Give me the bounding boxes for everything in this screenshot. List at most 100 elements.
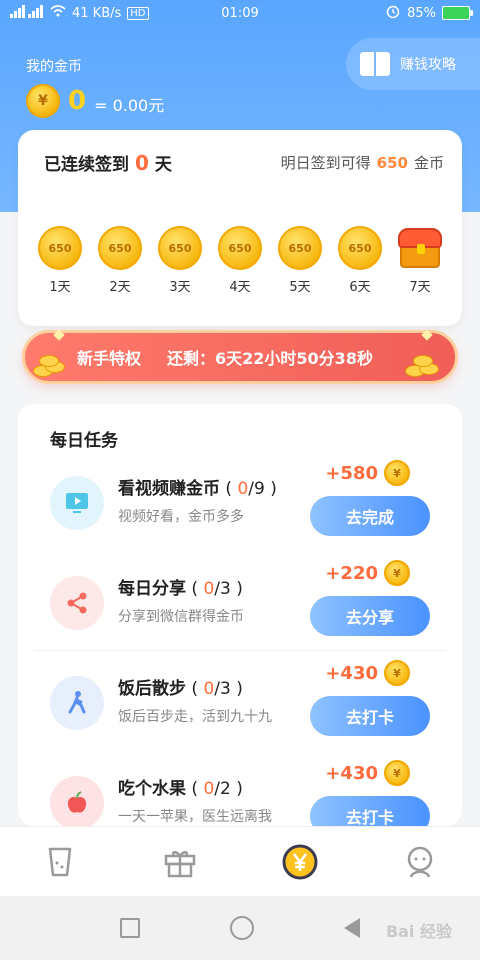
newcomer-privilege-banner[interactable]: 新手特权 还剩：6天22小时50分38秒 xyxy=(22,329,458,384)
task-desc: 一天一苹果，医生远离我 xyxy=(118,809,272,825)
signin-day-4[interactable]: 650 4天 xyxy=(210,226,270,295)
day-label: 1天 xyxy=(49,280,71,295)
task-item: 吃个水果 ( 0/2 ) 一天一苹果，医生远离我 +430 ¥ 去打卡 xyxy=(18,756,462,826)
home-button[interactable] xyxy=(230,916,254,940)
bottom-tab-bar xyxy=(0,826,480,896)
coin-icon: ¥ xyxy=(384,760,410,786)
coin-icon: 650 xyxy=(218,226,262,270)
coin-icon: ¥ xyxy=(384,560,410,586)
sparkle-icon xyxy=(53,329,65,341)
coin-icon: 650 xyxy=(338,226,382,270)
signin-day-1[interactable]: 650 1天 xyxy=(30,226,90,295)
task-progress-done: 0 xyxy=(203,779,215,799)
tip-amount: 650 xyxy=(376,154,408,172)
signin-streak: 已连续签到 0 天 xyxy=(44,150,172,175)
signin-card: 已连续签到 0 天 明日签到可得 650 金币 650 1天 650 2天 65… xyxy=(18,130,462,326)
status-right: 85% xyxy=(385,3,473,23)
signin-days: 0 xyxy=(135,151,149,175)
task-reward: +430 ¥ xyxy=(325,660,410,686)
wifi-icon xyxy=(50,5,66,21)
banner-title: 新手特权 xyxy=(77,349,142,368)
coin-pile-icon xyxy=(405,355,445,383)
signin-days-row: 650 1天 650 2天 650 3天 650 4天 650 5天 650 6… xyxy=(30,226,450,295)
task-progress-done: 0 xyxy=(203,579,215,599)
battery-icon xyxy=(442,6,473,20)
task-reward-amount: +430 xyxy=(325,662,378,684)
signin-day-7[interactable]: 7天 xyxy=(390,226,450,295)
task-name: 每日分享 xyxy=(118,579,186,599)
daily-tasks-card: 每日任务 看视频赚金币 ( 0/9 ) 视频好看，金币多多 +580 ¥ 去完成… xyxy=(18,404,462,826)
task-progress: ( 0/9 ) xyxy=(220,479,277,499)
network-speed: 41 KB/s xyxy=(72,5,122,21)
tip-prefix: 明日签到可得 xyxy=(280,154,371,172)
day-label: 3天 xyxy=(169,280,191,295)
day-label: 7天 xyxy=(409,280,431,295)
money-balance: = 0.00元 xyxy=(94,96,165,115)
signin-day-2[interactable]: 650 2天 xyxy=(90,226,150,295)
task-progress-total: /2 xyxy=(214,779,231,799)
task-name: 饭后散步 xyxy=(118,679,186,699)
signin-prefix: 已连续签到 xyxy=(44,155,129,175)
task-title: 吃个水果 ( 0/2 ) xyxy=(118,774,243,799)
recent-apps-button[interactable] xyxy=(120,918,140,938)
task-progress-total: /9 xyxy=(248,479,265,499)
coin-icon: ¥ xyxy=(384,660,410,686)
signin-suffix: 天 xyxy=(154,155,172,175)
coin-icon: 650 xyxy=(158,226,202,270)
yuan-coin-icon[interactable] xyxy=(282,844,318,880)
task-name: 吃个水果 xyxy=(118,779,186,799)
battery-percent: 85% xyxy=(407,5,436,21)
signin-day-5[interactable]: 650 5天 xyxy=(270,226,330,295)
task-title: 每日分享 ( 0/3 ) xyxy=(118,574,243,599)
task-progress: ( 0/3 ) xyxy=(186,579,243,599)
earning-strategy-label: 赚钱攻略 xyxy=(400,57,456,73)
task-name: 看视频赚金币 xyxy=(118,479,220,499)
my-coins-label: 我的金币 xyxy=(26,59,82,75)
tasks-title: 每日任务 xyxy=(50,431,118,451)
profile-icon[interactable] xyxy=(402,844,438,880)
task-title: 看视频赚金币 ( 0/9 ) xyxy=(118,474,277,499)
day-label: 4天 xyxy=(229,280,251,295)
share-icon xyxy=(50,576,104,630)
task-action-button[interactable]: 去打卡 xyxy=(310,696,430,736)
coin-icon: 650 xyxy=(278,226,322,270)
divider xyxy=(34,650,446,651)
status-left: 41 KB/s HD xyxy=(10,4,149,22)
gift-icon[interactable] xyxy=(162,844,198,880)
apple-icon xyxy=(50,776,104,826)
coin-icon: ¥ xyxy=(384,460,410,486)
task-reward: +220 ¥ xyxy=(325,560,410,586)
cup-icon[interactable] xyxy=(42,844,78,880)
task-reward-amount: +580 xyxy=(325,462,378,484)
task-progress-done: 0 xyxy=(237,479,249,499)
task-desc: 饭后百步走，活到九十九 xyxy=(118,709,272,725)
earning-strategy-button[interactable]: 赚钱攻略 xyxy=(346,38,480,90)
system-nav-bar: Bai 经验 xyxy=(0,896,480,960)
treasure-chest-icon xyxy=(396,226,444,270)
task-reward: +430 ¥ xyxy=(325,760,410,786)
task-action-button[interactable]: 去完成 xyxy=(310,496,430,536)
banner-countdown: 还剩：6天22小时50分38秒 xyxy=(167,349,373,368)
sparkle-icon xyxy=(421,329,433,341)
signin-day-6[interactable]: 650 6天 xyxy=(330,226,390,295)
coin-pile-icon xyxy=(33,355,73,383)
task-item: 饭后散步 ( 0/3 ) 饭后百步走，活到九十九 +430 ¥ 去打卡 xyxy=(18,656,462,756)
coin-balance: ¥ 0 = 0.00元 xyxy=(26,84,164,118)
walk-icon xyxy=(50,676,104,730)
coin-count: 0 xyxy=(68,86,87,116)
day-label: 5天 xyxy=(289,280,311,295)
task-item: 看视频赚金币 ( 0/9 ) 视频好看，金币多多 +580 ¥ 去完成 xyxy=(18,456,462,556)
coin-icon: 650 xyxy=(38,226,82,270)
coin-icon: 650 xyxy=(98,226,142,270)
hd-icon: HD xyxy=(127,6,149,20)
signin-day-3[interactable]: 650 3天 xyxy=(150,226,210,295)
task-progress-total: /3 xyxy=(214,579,231,599)
status-bar: 41 KB/s HD 01:09 85% xyxy=(0,0,480,26)
task-desc: 视频好看，金币多多 xyxy=(118,509,244,525)
back-button[interactable] xyxy=(344,918,360,938)
task-progress: ( 0/3 ) xyxy=(186,679,243,699)
task-action-button[interactable]: 去分享 xyxy=(310,596,430,636)
task-reward: +580 ¥ xyxy=(325,460,410,486)
video-icon xyxy=(50,476,104,530)
task-action-button[interactable]: 去打卡 xyxy=(310,796,430,826)
